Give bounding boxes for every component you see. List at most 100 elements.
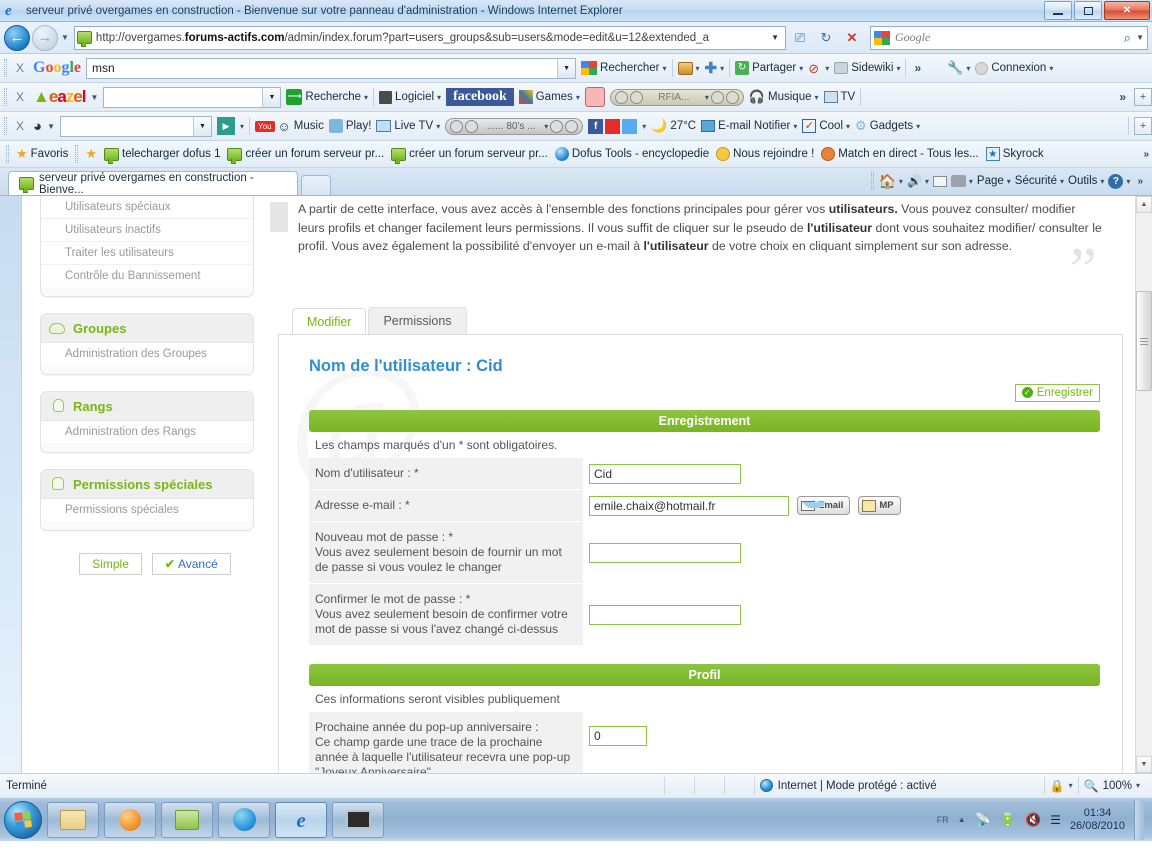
eazel-add-button[interactable]: + <box>1134 88 1152 106</box>
sidebar-item-rank-admin[interactable]: Administration des Rangs <box>41 421 253 443</box>
favbar-grip[interactable] <box>6 145 9 163</box>
google-block-button[interactable]: ⊘ ▾ <box>808 61 829 76</box>
maximize-button[interactable] <box>1074 1 1102 20</box>
facebook-icon[interactable]: f <box>588 118 604 134</box>
feeds-button[interactable]: 🔊 ▾ <box>907 174 929 188</box>
stop-icon[interactable] <box>614 90 628 104</box>
read-mail-button[interactable] <box>932 175 947 187</box>
radio-widget[interactable]: RFIA... ▾ <box>609 88 744 106</box>
mute-icon[interactable] <box>725 90 739 104</box>
show-desktop-button[interactable] <box>1134 799 1144 840</box>
security-menu[interactable]: Sécurité ▾ <box>1015 175 1064 187</box>
scrollbar-thumb[interactable] <box>1136 291 1152 391</box>
eazel-musique-button[interactable]: 🎧 Musique ▾ <box>749 89 819 105</box>
username-input[interactable]: Cid <box>589 463 741 484</box>
battery-icon[interactable]: 🔋 <box>1000 812 1016 828</box>
signal-icon[interactable]: ☰ <box>1050 813 1061 827</box>
toolbar-grip[interactable] <box>4 117 7 135</box>
scroll-up-arrow-icon[interactable]: ▲ <box>1136 196 1152 213</box>
taskbar-skype[interactable] <box>218 801 270 838</box>
social-icons[interactable]: f <box>588 118 638 134</box>
livetv-button[interactable]: Live TV ▾ <box>376 120 440 132</box>
refresh-icon[interactable]: ↻ <box>814 26 838 50</box>
youtube-music-button[interactable]: You ☺ Music <box>255 119 324 134</box>
google-sidewiki-button[interactable]: Sidewiki ▾ <box>834 62 900 74</box>
eazel-overflow-icon[interactable]: » <box>1116 90 1129 104</box>
close-button[interactable]: ✕ <box>1104 1 1150 20</box>
toolbar-grip[interactable] <box>4 88 7 106</box>
minimize-button[interactable] <box>1044 1 1072 20</box>
toolbar-grip[interactable] <box>4 59 7 77</box>
tray-expand-icon[interactable]: ▲ <box>958 815 966 824</box>
sidebar-item-special-permissions[interactable]: Permissions spéciales <box>41 499 253 521</box>
taskbar-monitor[interactable] <box>332 801 384 838</box>
language-indicator[interactable]: FR <box>937 815 949 825</box>
new-password-input[interactable] <box>589 542 741 563</box>
cmdbar-grip[interactable] <box>871 172 875 190</box>
add-favorite-icon[interactable]: ★ <box>85 146 97 162</box>
google-search-button[interactable]: Rechercher ▾ <box>581 61 667 75</box>
play-button[interactable]: Play! <box>328 119 371 133</box>
mute-icon[interactable] <box>565 119 579 133</box>
favorite-item-2[interactable]: créer un forum serveur pr... <box>227 147 384 164</box>
sidebar-item-process-users[interactable]: Traiter les utilisateurs <box>41 242 253 265</box>
youtube-icon[interactable] <box>605 118 621 134</box>
email-notifier-button[interactable]: E-mail Notifier ▾ <box>701 120 797 132</box>
url-input[interactable]: http://overgames.forums-actifs.com/admin… <box>73 25 786 50</box>
protect-caret-icon[interactable]: ▾ <box>1069 781 1073 790</box>
eazel-tv-button[interactable]: TV <box>823 91 855 103</box>
taskbar-internet-explorer[interactable]: e <box>275 801 327 838</box>
google-bookmarks-button[interactable]: ▾ <box>677 61 700 75</box>
zoom-control[interactable]: 🔍 100% ▾ <box>1079 777 1152 795</box>
twitter-icon[interactable] <box>622 118 638 134</box>
eazel-search-caret-icon[interactable]: ▼ <box>262 87 281 107</box>
volume-icon[interactable] <box>710 90 724 104</box>
mascot-icon[interactable] <box>584 87 605 107</box>
sidebar-item-inactive-users[interactable]: Utilisateurs inactifs <box>41 219 253 242</box>
gadgets-button[interactable]: ⚙ Gadgets ▾ <box>855 118 920 134</box>
eazel-logiciel-button[interactable]: Logiciel ▾ <box>379 90 441 104</box>
confirm-password-input[interactable] <box>589 604 741 625</box>
page-scrollbar[interactable]: ▲ ▼ <box>1135 196 1152 773</box>
scroll-down-arrow-icon[interactable]: ▼ <box>1136 756 1152 773</box>
send-email-button[interactable]: Email <box>797 496 851 515</box>
favorite-item-7[interactable]: ★ Skyrock <box>985 147 1044 161</box>
protected-mode-indicator[interactable]: 🔒 ▾ <box>1045 776 1079 795</box>
taskbar-media-player[interactable] <box>104 801 156 838</box>
tab-modifier[interactable]: Modifier <box>292 307 367 335</box>
search-icon[interactable]: ⌕ <box>1124 30 1131 46</box>
social-caret-icon[interactable]: ▾ <box>642 122 646 131</box>
facebook-button[interactable]: facebook <box>446 88 514 106</box>
cool-button[interactable]: ✓ Cool ▾ <box>802 119 850 133</box>
stop-icon[interactable] <box>450 119 464 133</box>
eazel-radio-player[interactable]: RFIA... ▾ <box>609 88 744 106</box>
third-search-field[interactable]: ▼ <box>60 115 212 137</box>
favorite-item-3[interactable]: créer un forum serveur pr... <box>391 147 548 164</box>
search-input[interactable]: Google ⌕ ▼ <box>870 25 1148 50</box>
tab-permissions[interactable]: Permissions <box>368 306 467 334</box>
eazel-recherche-button[interactable]: ⟶ Recherche ▾ <box>286 89 368 105</box>
google-search-field[interactable]: msn ▼ <box>86 57 577 79</box>
volume-muted-icon[interactable]: 🔇 <box>1025 812 1041 828</box>
favbar-overflow-icon[interactable]: » <box>1140 149 1152 160</box>
favbar-grip-2[interactable] <box>75 145 79 163</box>
go-icon[interactable]: ▶ <box>217 117 235 135</box>
start-button[interactable] <box>4 800 42 839</box>
favoris-button[interactable]: ★ Favoris <box>16 146 68 162</box>
toolbar-close-icon[interactable]: X <box>12 119 28 133</box>
google-add-button[interactable]: ✚ ▾ <box>705 59 725 77</box>
google-signin-button[interactable]: Connexion ▾ <box>975 61 1053 75</box>
url-dropdown-icon[interactable]: ▼ <box>767 33 783 42</box>
taskbar-explorer[interactable] <box>47 801 99 838</box>
compatibility-view-icon[interactable]: ⎚ <box>788 26 812 50</box>
tools-menu[interactable]: Outils ▾ <box>1068 175 1104 187</box>
google-settings-button[interactable]: 🔧 ▾ <box>947 60 970 76</box>
new-tab-button[interactable] <box>301 175 331 195</box>
eazel-games-button[interactable]: Games ▾ <box>518 90 580 104</box>
sidebar-item-group-admin[interactable]: Administration des Groupes <box>41 343 253 365</box>
third-search-caret-icon[interactable]: ▼ <box>193 116 211 136</box>
volume-icon[interactable] <box>550 119 564 133</box>
cmdbar-overflow-icon[interactable]: » <box>1134 176 1146 187</box>
google-overflow-icon[interactable]: » <box>911 61 924 75</box>
google-search-caret-icon[interactable]: ▼ <box>557 58 576 78</box>
